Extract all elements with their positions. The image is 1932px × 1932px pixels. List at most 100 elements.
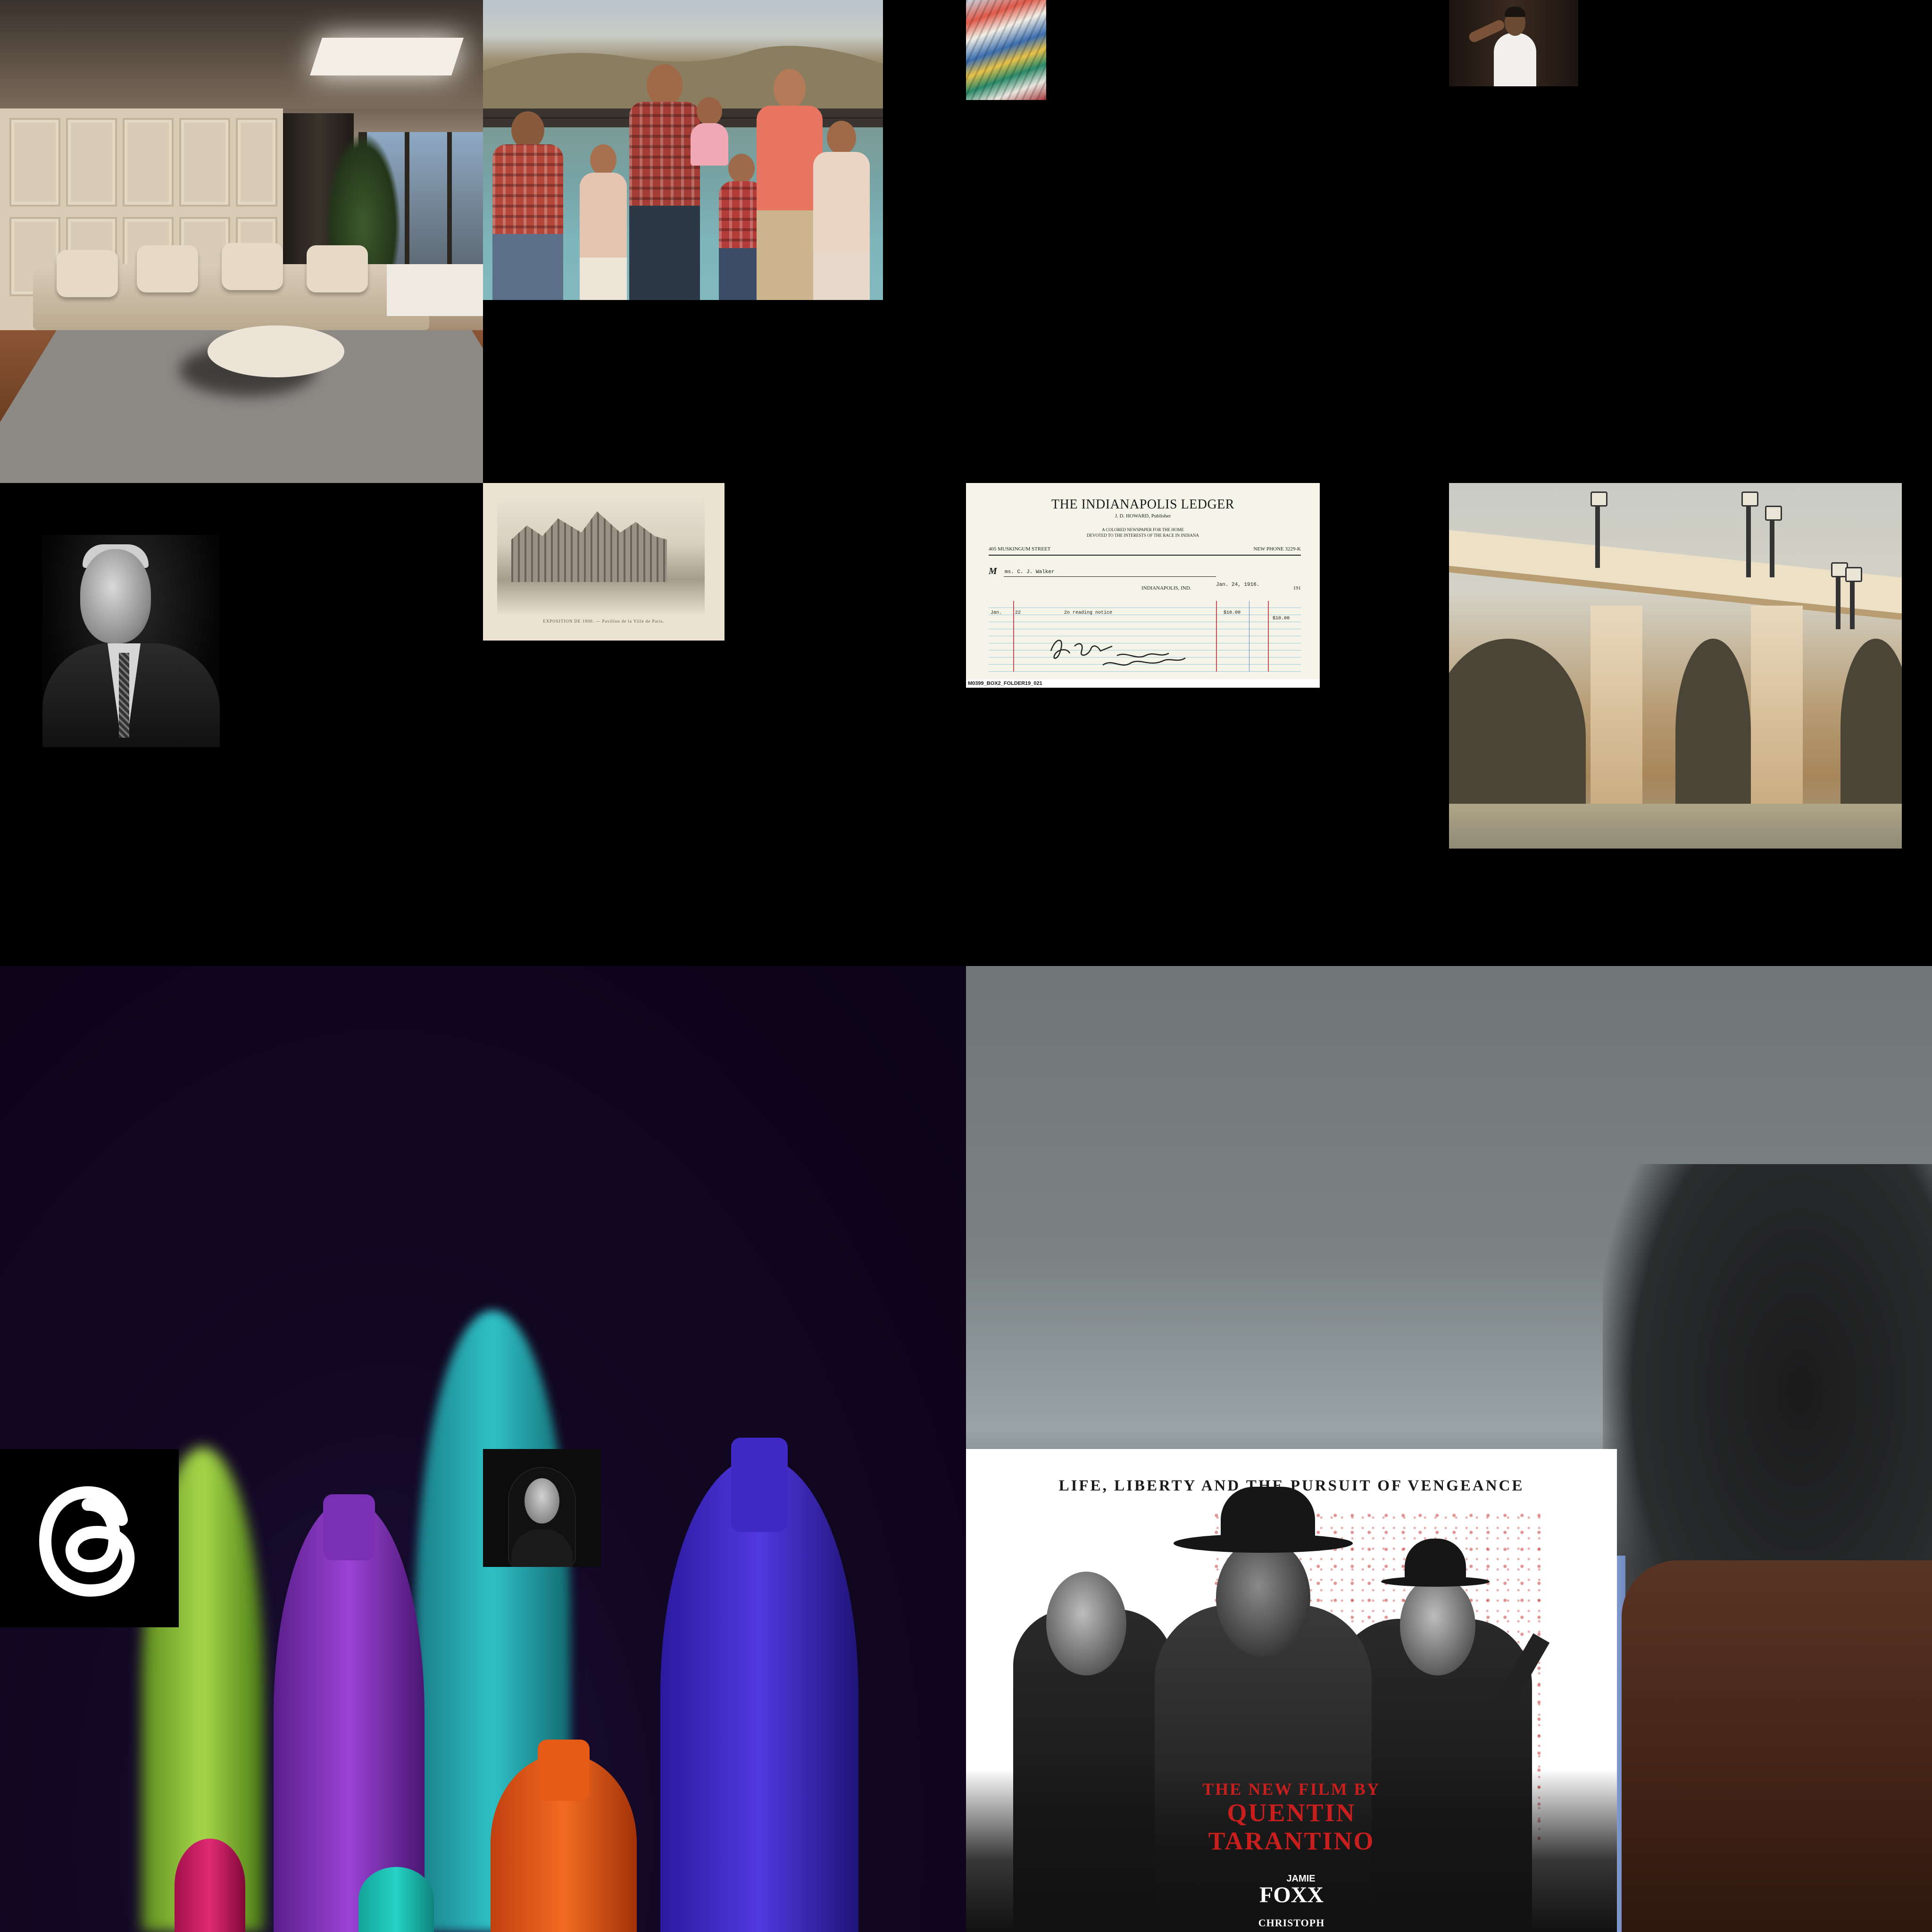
face <box>80 549 151 643</box>
shirt <box>492 144 563 239</box>
movie-poster: LIFE, LIBERTY AND THE PURSUIT OF VENGEAN… <box>966 1449 1617 1932</box>
person <box>813 121 870 300</box>
ledger-year: 191 <box>1293 585 1301 591</box>
window-mullion <box>405 132 409 278</box>
ledger-city: INDIANAPOLIS, IND. <box>1141 585 1191 591</box>
hair <box>1505 7 1525 17</box>
sofa <box>33 243 429 330</box>
wall-panel <box>123 118 174 207</box>
wall-panel <box>66 118 117 207</box>
cushion <box>57 250 118 297</box>
street-lamp <box>1765 506 1782 577</box>
ledger-row-text: 2o reading notice <box>1064 610 1113 616</box>
bridge-arch <box>1675 639 1751 827</box>
red-rule <box>1268 601 1269 672</box>
cabinet <box>387 264 483 316</box>
head <box>774 69 806 108</box>
postcard-caption: EXPOSITION DE 1900. — Pavillon de la Vil… <box>543 619 665 624</box>
ledger-row-day: 22 <box>1015 610 1021 616</box>
head <box>697 97 722 125</box>
person <box>629 64 700 300</box>
skin-surface <box>1622 1560 1932 1932</box>
art-poster-thumb <box>966 0 1046 100</box>
cyan-crayon <box>358 1867 434 1932</box>
bridge-painting <box>1449 483 1902 849</box>
ledger-to-name: ms. C. J. Walker <box>1005 569 1055 575</box>
poster-actor-next: CHRISTOPH <box>1258 1917 1325 1929</box>
shirt <box>629 102 700 210</box>
ledger-tagline-2: DEVOTED TO THE INTERESTS OF THE RACE IN … <box>1087 533 1199 538</box>
divider <box>1004 576 1216 577</box>
cushion <box>222 243 283 290</box>
cardigan <box>580 173 627 262</box>
poster-director-last: TARANTINO <box>1208 1827 1375 1855</box>
crayon-tip <box>323 1494 375 1560</box>
handwritten-signature <box>1050 640 1186 666</box>
archive-id: M0399_BOX2_FOLDER19_021 <box>966 679 1320 688</box>
street-lamp <box>1741 491 1758 577</box>
coffee-table <box>208 325 344 377</box>
pants <box>492 234 563 300</box>
bridge-arch <box>1840 639 1902 818</box>
wall-panel <box>236 118 277 207</box>
threads-at-icon <box>39 1486 135 1597</box>
skylight <box>310 38 464 75</box>
head <box>728 154 755 183</box>
ledger-amount-total: $10.00 <box>1273 616 1290 621</box>
ledger-row-month: Jan. <box>991 610 1002 616</box>
family-photo <box>483 0 883 300</box>
crayon-tip <box>538 1740 590 1801</box>
right-figure-head <box>1400 1576 1475 1675</box>
wall-panel <box>179 118 230 207</box>
red-rule <box>1013 601 1014 672</box>
center-figure-head <box>1216 1539 1310 1657</box>
white-shirt <box>1494 33 1536 86</box>
ledger-phone: NEW PHONE 3229-K <box>1253 546 1301 552</box>
face <box>525 1478 559 1524</box>
ledger-amount: $10.00 <box>1224 610 1241 616</box>
wall-panel <box>9 118 60 207</box>
person <box>580 144 627 300</box>
blouse <box>757 106 823 214</box>
expo-postcard: EXPOSITION DE 1900. — Pavillon de la Vil… <box>483 483 724 641</box>
pink-crayon <box>175 1839 245 1932</box>
ledger-date: Jan. 24, 1916. <box>1216 582 1260 588</box>
head <box>590 144 616 175</box>
river-water <box>1449 804 1902 849</box>
person <box>492 111 563 300</box>
pants <box>580 258 627 300</box>
bridge-pier <box>1591 606 1642 827</box>
ledger-receipt: THE INDIANAPOLIS LEDGER J. D. HOWARD, Pu… <box>966 483 1320 688</box>
cushion <box>137 245 198 292</box>
divider <box>989 555 1301 556</box>
ledger-publisher: J. D. HOWARD, Publisher <box>1115 513 1171 519</box>
portrait-man <box>0 483 483 966</box>
person <box>757 69 823 300</box>
head <box>647 64 683 107</box>
chef-photo <box>1449 0 1578 86</box>
street-lamp <box>1831 562 1848 629</box>
street-lamp <box>1591 491 1607 568</box>
ledger-to-prefix: M <box>989 566 997 576</box>
poster-director-first: QUENTIN <box>1227 1799 1356 1827</box>
tie <box>119 653 129 738</box>
cardigan <box>813 152 870 256</box>
threads-logo <box>0 1449 179 1627</box>
orange-crayon <box>491 1740 637 1932</box>
window-mullion <box>447 132 452 278</box>
ledger-tagline-1: A COLORED NEWSPAPER FOR THE HOME <box>1102 527 1184 532</box>
red-rule <box>1216 601 1217 672</box>
cowboy-hat <box>1221 1487 1315 1543</box>
poster-credit-line-1: THE NEW FILM BY <box>1202 1780 1381 1799</box>
head <box>511 111 544 149</box>
living-room-photo <box>0 0 483 483</box>
head <box>827 121 856 155</box>
pants <box>813 253 870 300</box>
poster-actor-last-name: FOXX <box>1259 1882 1324 1907</box>
ledger-title: THE INDIANAPOLIS LEDGER <box>1051 497 1234 512</box>
pants <box>757 210 823 300</box>
bridge-pier <box>1751 606 1803 827</box>
blue-crayon <box>660 1438 858 1932</box>
left-figure-head <box>1046 1572 1126 1675</box>
cushion <box>307 245 368 292</box>
